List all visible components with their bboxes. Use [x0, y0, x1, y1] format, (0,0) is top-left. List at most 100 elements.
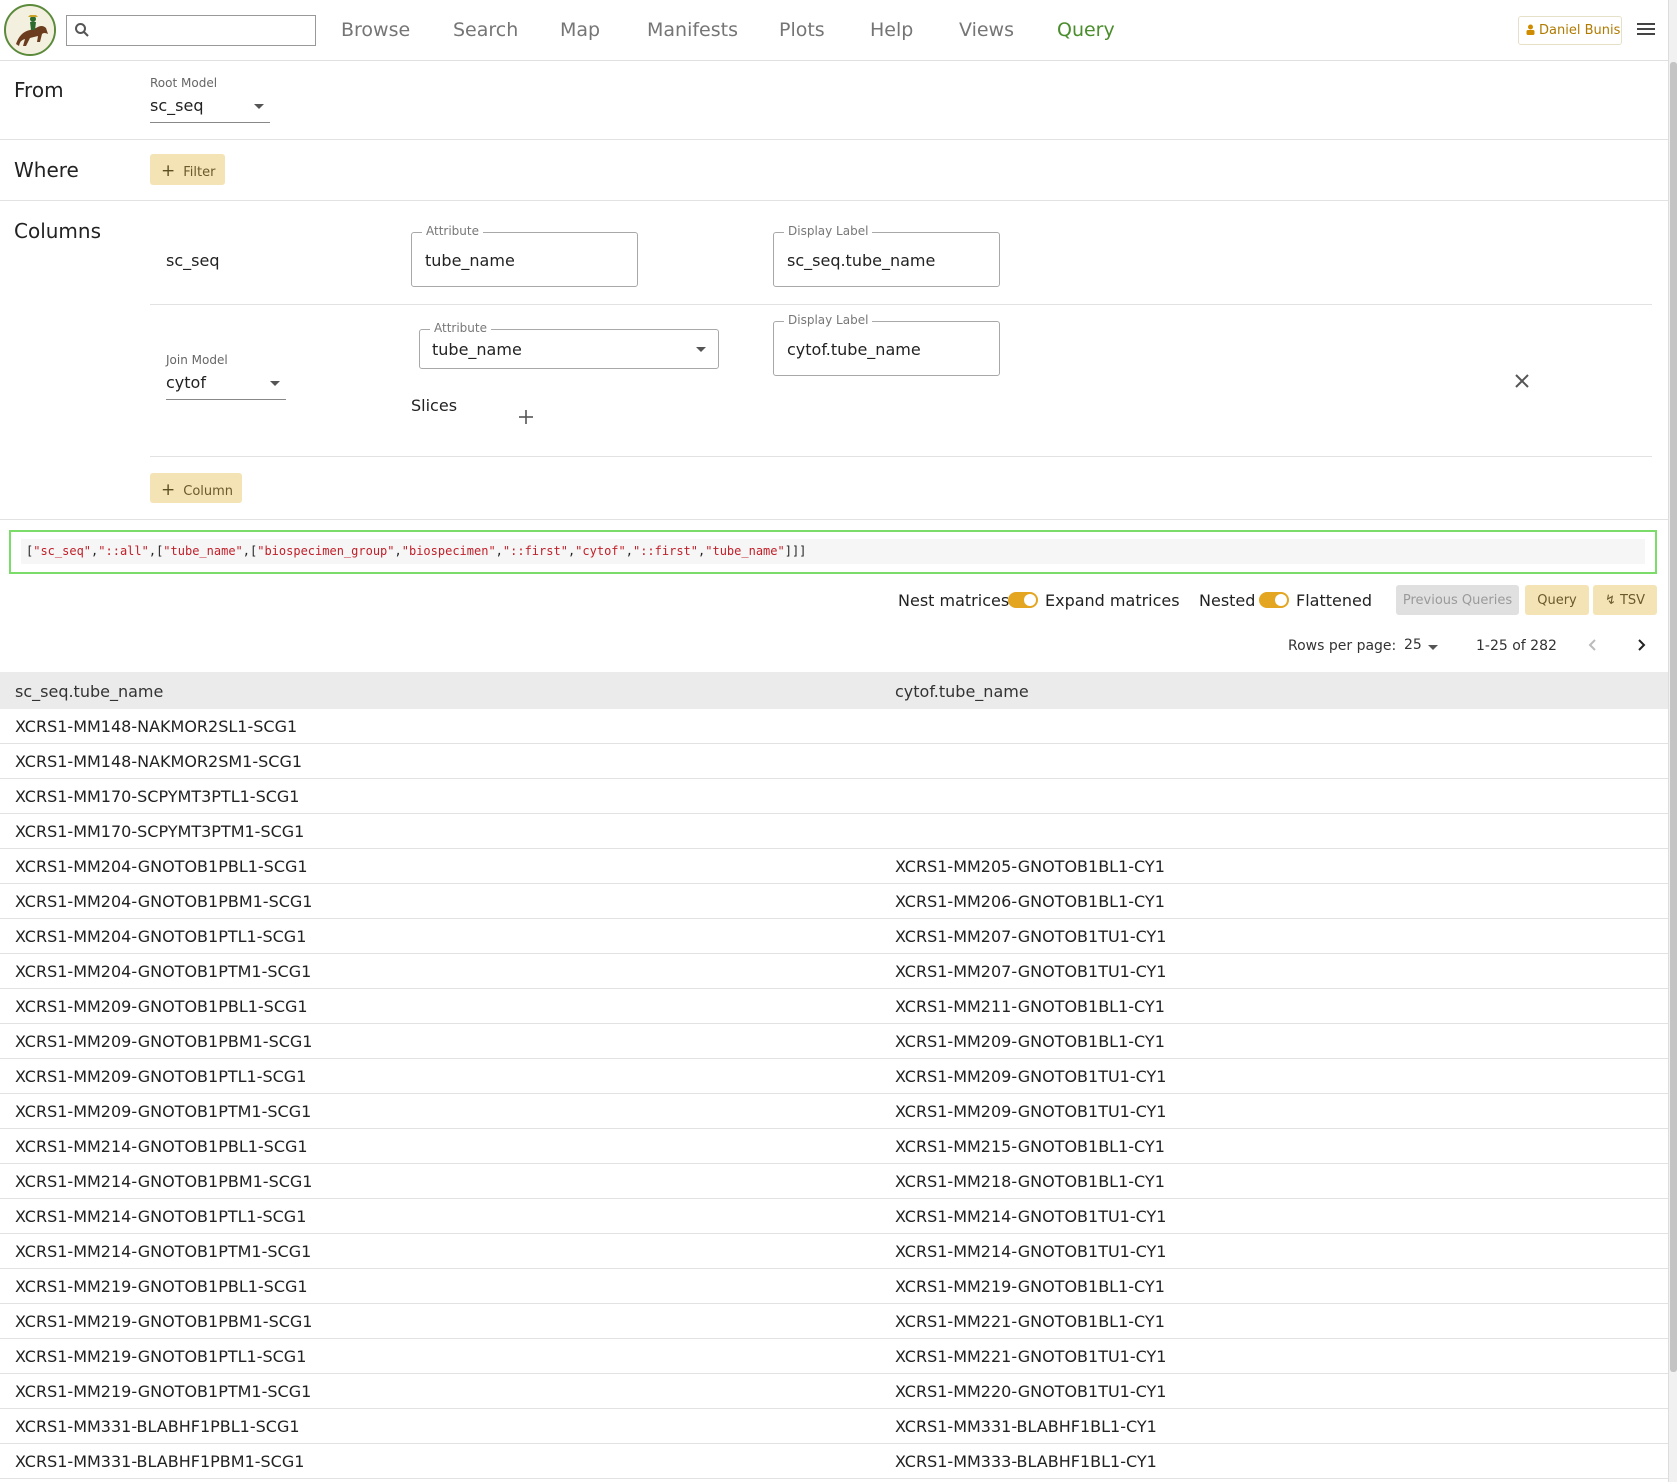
query-json-punct: ,: [394, 544, 402, 558]
chevron-down-icon: [696, 347, 706, 352]
add-column-button[interactable]: + Column: [150, 473, 242, 503]
nested-flattened-toggle[interactable]: [1259, 592, 1289, 608]
cell-sc-seq-tube-name: XCRS1-MM209-GNOTOB1PBL1-SCG1: [15, 997, 308, 1016]
root-model-select[interactable]: sc_seq: [150, 96, 270, 123]
previous-page-icon[interactable]: [1586, 638, 1600, 652]
cell-cytof-tube-name: XCRS1-MM331-BLABHF1BL1-CY1: [895, 1417, 1157, 1436]
column-header-cytof-tube-name[interactable]: cytof.tube_name: [895, 682, 1029, 701]
cell-sc-seq-tube-name: XCRS1-MM219-GNOTOB1PBM1-SCG1: [15, 1312, 313, 1331]
table-row: XCRS1-MM204-GNOTOB1PTL1-SCG1 XCRS1-MM207-…: [0, 919, 1668, 954]
query-json-punct: ]]]: [784, 544, 807, 558]
cell-cytof-tube-name: XCRS1-MM209-GNOTOB1TU1-CY1: [895, 1102, 1167, 1121]
cell-cytof-tube-name: XCRS1-MM209-GNOTOB1TU1-CY1: [895, 1067, 1167, 1086]
chevron-down-icon: [254, 104, 264, 109]
join-attribute-select[interactable]: Attribute tube_name: [419, 321, 719, 369]
add-slice-plus-icon[interactable]: [518, 409, 534, 425]
nav-views[interactable]: Views: [959, 19, 1014, 41]
app-logo[interactable]: [4, 4, 56, 56]
table-row: XCRS1-MM204-GNOTOB1PBL1-SCG1 XCRS1-MM205-…: [0, 849, 1668, 884]
cell-sc-seq-tube-name: XCRS1-MM219-GNOTOB1PTM1-SCG1: [15, 1382, 312, 1401]
add-filter-label: Filter: [183, 165, 216, 180]
divider: [150, 456, 1652, 457]
run-query-button[interactable]: Query: [1525, 585, 1589, 615]
query-json-box[interactable]: ["sc_seq","::all",["tube_name",["biospec…: [9, 530, 1657, 574]
display-label-value: sc_seq.tube_name: [787, 251, 936, 270]
table-row: XCRS1-MM209-GNOTOB1PTL1-SCG1 XCRS1-MM209-…: [0, 1059, 1668, 1094]
cell-sc-seq-tube-name: XCRS1-MM331-BLABHF1PBL1-SCG1: [15, 1417, 300, 1436]
rows-per-page-select[interactable]: 25: [1404, 636, 1444, 658]
query-json-punct: ,[: [242, 544, 258, 558]
page-scrollbar[interactable]: [1668, 0, 1677, 1482]
table-row: XCRS1-MM219-GNOTOB1PBM1-SCG1 XCRS1-MM221-…: [0, 1304, 1668, 1339]
cell-sc-seq-tube-name: XCRS1-MM170-SCPYMT3PTM1-SCG1: [15, 822, 305, 841]
previous-queries-button[interactable]: Previous Queries: [1396, 585, 1519, 615]
chevron-down-icon: [270, 381, 280, 386]
nav-search[interactable]: Search: [453, 19, 518, 41]
tsv-label: TSV: [1619, 593, 1646, 608]
query-json-string: "sc_seq": [33, 544, 92, 558]
query-json-text: ["sc_seq","::all",["tube_name",["biospec…: [26, 544, 806, 558]
cell-sc-seq-tube-name: XCRS1-MM204-GNOTOB1PBM1-SCG1: [15, 892, 313, 911]
cell-sc-seq-tube-name: XCRS1-MM209-GNOTOB1PTL1-SCG1: [15, 1067, 307, 1086]
table-row: XCRS1-MM214-GNOTOB1PTL1-SCG1 XCRS1-MM214-…: [0, 1199, 1668, 1234]
nested-label: Nested: [1199, 591, 1256, 610]
display-label-field[interactable]: Display Label sc_seq.tube_name: [773, 224, 1000, 287]
join-display-label-field[interactable]: Display Label cytof.tube_name: [773, 313, 1000, 376]
join-model-label: Join Model: [166, 353, 228, 367]
cell-sc-seq-tube-name: XCRS1-MM148-NAKMOR2SL1-SCG1: [15, 717, 298, 736]
user-button[interactable]: Daniel Bunis: [1518, 16, 1622, 45]
next-page-icon[interactable]: [1634, 638, 1648, 652]
query-json-inner[interactable]: ["sc_seq","::all",["tube_name",["biospec…: [21, 539, 1645, 564]
column-header-sc-seq-tube-name[interactable]: sc_seq.tube_name: [15, 682, 163, 701]
add-filter-button[interactable]: + Filter: [150, 154, 225, 185]
table-row: XCRS1-MM148-NAKMOR2SL1-SCG1: [0, 709, 1668, 744]
nav-plots[interactable]: Plots: [779, 19, 825, 41]
join-model-value: cytof: [166, 373, 206, 392]
plus-icon: +: [161, 480, 176, 500]
cell-sc-seq-tube-name: XCRS1-MM204-GNOTOB1PTL1-SCG1: [15, 927, 307, 946]
nav-browse[interactable]: Browse: [341, 19, 410, 41]
hamburger-menu-icon[interactable]: [1635, 20, 1657, 40]
global-search-box[interactable]: [66, 15, 316, 46]
nav-query[interactable]: Query: [1057, 19, 1115, 41]
cell-sc-seq-tube-name: XCRS1-MM209-GNOTOB1PBM1-SCG1: [15, 1032, 313, 1051]
table-row: XCRS1-MM204-GNOTOB1PTM1-SCG1 XCRS1-MM207-…: [0, 954, 1668, 989]
tsv-download-button[interactable]: ↯ TSV: [1593, 585, 1657, 615]
table-row: XCRS1-MM331-BLABHF1PBL1-SCG1 XCRS1-MM331-…: [0, 1409, 1668, 1444]
cell-cytof-tube-name: XCRS1-MM333-BLABHF1BL1-CY1: [895, 1452, 1157, 1471]
results-table-body: XCRS1-MM148-NAKMOR2SL1-SCG1 XCRS1-MM148-N…: [0, 709, 1668, 1479]
query-json-string: "cytof": [575, 544, 626, 558]
expand-matrices-label: Expand matrices: [1045, 591, 1180, 610]
attribute-value: tube_name: [425, 251, 515, 270]
attribute-field[interactable]: Attribute tube_name: [411, 224, 638, 287]
toggle-knob: [1024, 594, 1036, 606]
column-model-name: sc_seq: [166, 251, 220, 270]
join-model-select[interactable]: cytof: [166, 373, 286, 400]
cell-sc-seq-tube-name: XCRS1-MM214-GNOTOB1PBM1-SCG1: [15, 1172, 313, 1191]
cell-cytof-tube-name: XCRS1-MM219-GNOTOB1BL1-CY1: [895, 1277, 1165, 1296]
query-json-punct: ,[: [148, 544, 164, 558]
add-column-label: Column: [183, 484, 234, 499]
table-row: XCRS1-MM219-GNOTOB1PTL1-SCG1 XCRS1-MM221-…: [0, 1339, 1668, 1374]
flattened-label: Flattened: [1296, 591, 1372, 610]
matrices-toggle[interactable]: [1008, 592, 1038, 608]
cell-cytof-tube-name: XCRS1-MM215-GNOTOB1BL1-CY1: [895, 1137, 1165, 1156]
where-title: Where: [14, 158, 79, 182]
nav-map[interactable]: Map: [560, 19, 600, 41]
global-search-input[interactable]: [95, 19, 310, 43]
cell-sc-seq-tube-name: XCRS1-MM214-GNOTOB1PTM1-SCG1: [15, 1242, 312, 1261]
nav-help[interactable]: Help: [870, 19, 913, 41]
cell-sc-seq-tube-name: XCRS1-MM214-GNOTOB1PBL1-SCG1: [15, 1137, 308, 1156]
divider: [0, 200, 1668, 201]
nav-manifests[interactable]: Manifests: [647, 19, 738, 41]
cell-cytof-tube-name: XCRS1-MM214-GNOTOB1TU1-CY1: [895, 1242, 1167, 1261]
table-row: XCRS1-MM219-GNOTOB1PTM1-SCG1 XCRS1-MM220-…: [0, 1374, 1668, 1409]
join-attribute-label: Attribute: [430, 321, 491, 335]
top-navbar: Browse Search Map Manifests Plots Help V…: [0, 0, 1668, 61]
from-title: From: [14, 78, 64, 102]
remove-column-close-icon[interactable]: [1514, 373, 1530, 389]
rows-per-page-label: Rows per page:: [1288, 638, 1397, 654]
query-json-string: "::all": [98, 544, 149, 558]
cell-sc-seq-tube-name: XCRS1-MM148-NAKMOR2SM1-SCG1: [15, 752, 303, 771]
scrollbar-thumb[interactable]: [1670, 62, 1677, 1372]
